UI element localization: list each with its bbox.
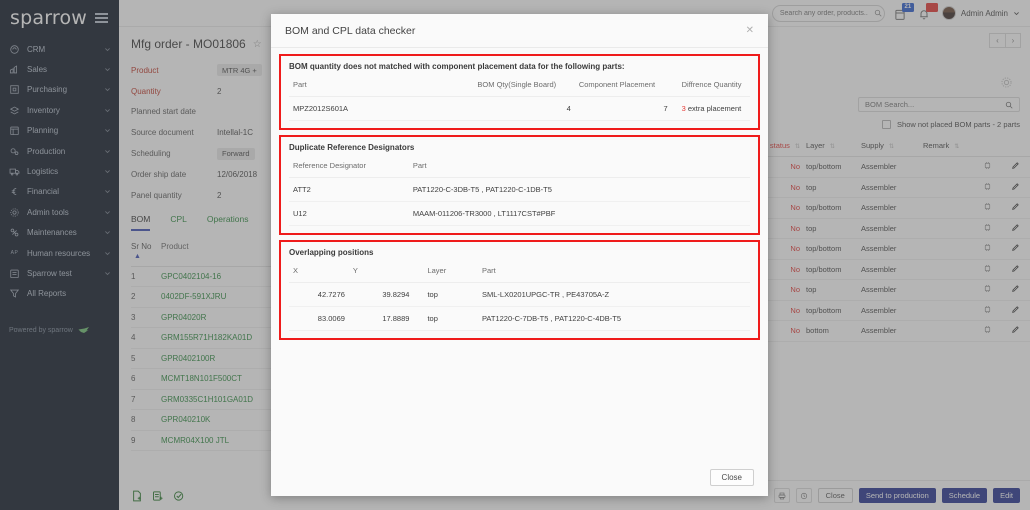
cell-layer: top (413, 282, 478, 307)
cell-part: MPZ2012S601A (289, 96, 474, 121)
th-reference-designator: Reference Designator (289, 154, 409, 178)
cell-difference-quantity: 3 extra placement (671, 96, 750, 121)
duplicate-table: Reference Designator Part ATT2 PAT1220-C-… (289, 154, 750, 226)
overlapping-positions-section: Overlapping positions X Y Layer Part 42.… (279, 240, 760, 340)
modal-header: BOM and CPL data checker ✕ (271, 14, 768, 48)
bom-cpl-data-checker-modal: BOM and CPL data checker ✕ BOM quantity … (271, 14, 768, 496)
modal-title: BOM and CPL data checker (285, 24, 416, 37)
cell-x: 42.7276 (289, 282, 349, 307)
difference-text: extra placement (687, 104, 742, 113)
table-row: ATT2 PAT1220-C-3DB-T5 , PAT1220-C-1DB-T5 (289, 177, 750, 202)
th-difference-quantity: Diffrence Quantity (671, 73, 750, 97)
modal-body: BOM quantity does not matched with compo… (271, 48, 768, 458)
bom-mismatch-table: Part BOM Qty(Single Board) Component Pla… (289, 73, 750, 121)
cell-reference-designator: U12 (289, 201, 409, 226)
th-x: X (289, 259, 349, 283)
cell-y: 39.8294 (348, 282, 414, 307)
cell-part: PAT1220-C-3DB-T5 , PAT1220-C-1DB-T5 (408, 177, 750, 202)
table-header-row: Part BOM Qty(Single Board) Component Pla… (289, 73, 750, 97)
duplicate-reference-designators-section: Duplicate Reference Designators Referenc… (279, 135, 760, 235)
table-row: U12 MAAM-011206-TR3000 , LT1117CST#PBF (289, 201, 750, 226)
table-row: 83.0069 17.8889 top PAT1220-C-7DB-T5 , PAT1… (289, 306, 750, 331)
overlap-heading: Overlapping positions (289, 248, 374, 257)
cell-reference-designator: ATT2 (289, 177, 409, 202)
cell-x: 83.0069 (289, 306, 349, 331)
cell-y: 17.8889 (348, 306, 414, 331)
difference-number: 3 (681, 104, 686, 113)
th-part: Part (289, 73, 474, 97)
cell-part: MAAM-011206-TR3000 , LT1117CST#PBF (408, 201, 750, 226)
bom-mismatch-heading: BOM quantity does not matched with compo… (289, 62, 625, 71)
table-header-row: Reference Designator Part (289, 154, 750, 178)
close-icon[interactable]: ✕ (746, 25, 754, 36)
cell-bom-qty: 4 (473, 96, 575, 121)
duplicate-heading: Duplicate Reference Designators (289, 143, 415, 152)
table-row: MPZ2012S601A 4 7 3 extra placement (289, 96, 750, 121)
table-header-row: X Y Layer Part (289, 259, 750, 283)
modal-footer: Close (271, 458, 768, 496)
cell-part: PAT1220-C-7DB-T5 , PAT1220-C-4DB-T5 (477, 306, 750, 331)
th-bom-qty: BOM Qty(Single Board) (473, 73, 575, 97)
cell-layer: top (413, 306, 478, 331)
th-component-placement: Component Placement (574, 73, 672, 97)
table-row: 42.7276 39.8294 top SML-LX0201UPGC-TR , PE4… (289, 282, 750, 307)
overlap-table: X Y Layer Part 42.7276 39.8294 top SML-LX02… (289, 259, 750, 331)
th-y: Y (348, 259, 414, 283)
modal-close-button[interactable]: Close (709, 468, 754, 486)
th-layer: Layer (413, 259, 478, 283)
th-part: Part (477, 259, 750, 283)
th-part: Part (408, 154, 750, 178)
cell-component-placement: 7 (574, 96, 672, 121)
app-root: sparrow CRM Sales Purchasing Inventory Plann… (0, 0, 1030, 510)
cell-part: SML-LX0201UPGC-TR , PE43705A-Z (477, 282, 750, 307)
bom-quantity-mismatch-section: BOM quantity does not matched with compo… (279, 54, 760, 130)
